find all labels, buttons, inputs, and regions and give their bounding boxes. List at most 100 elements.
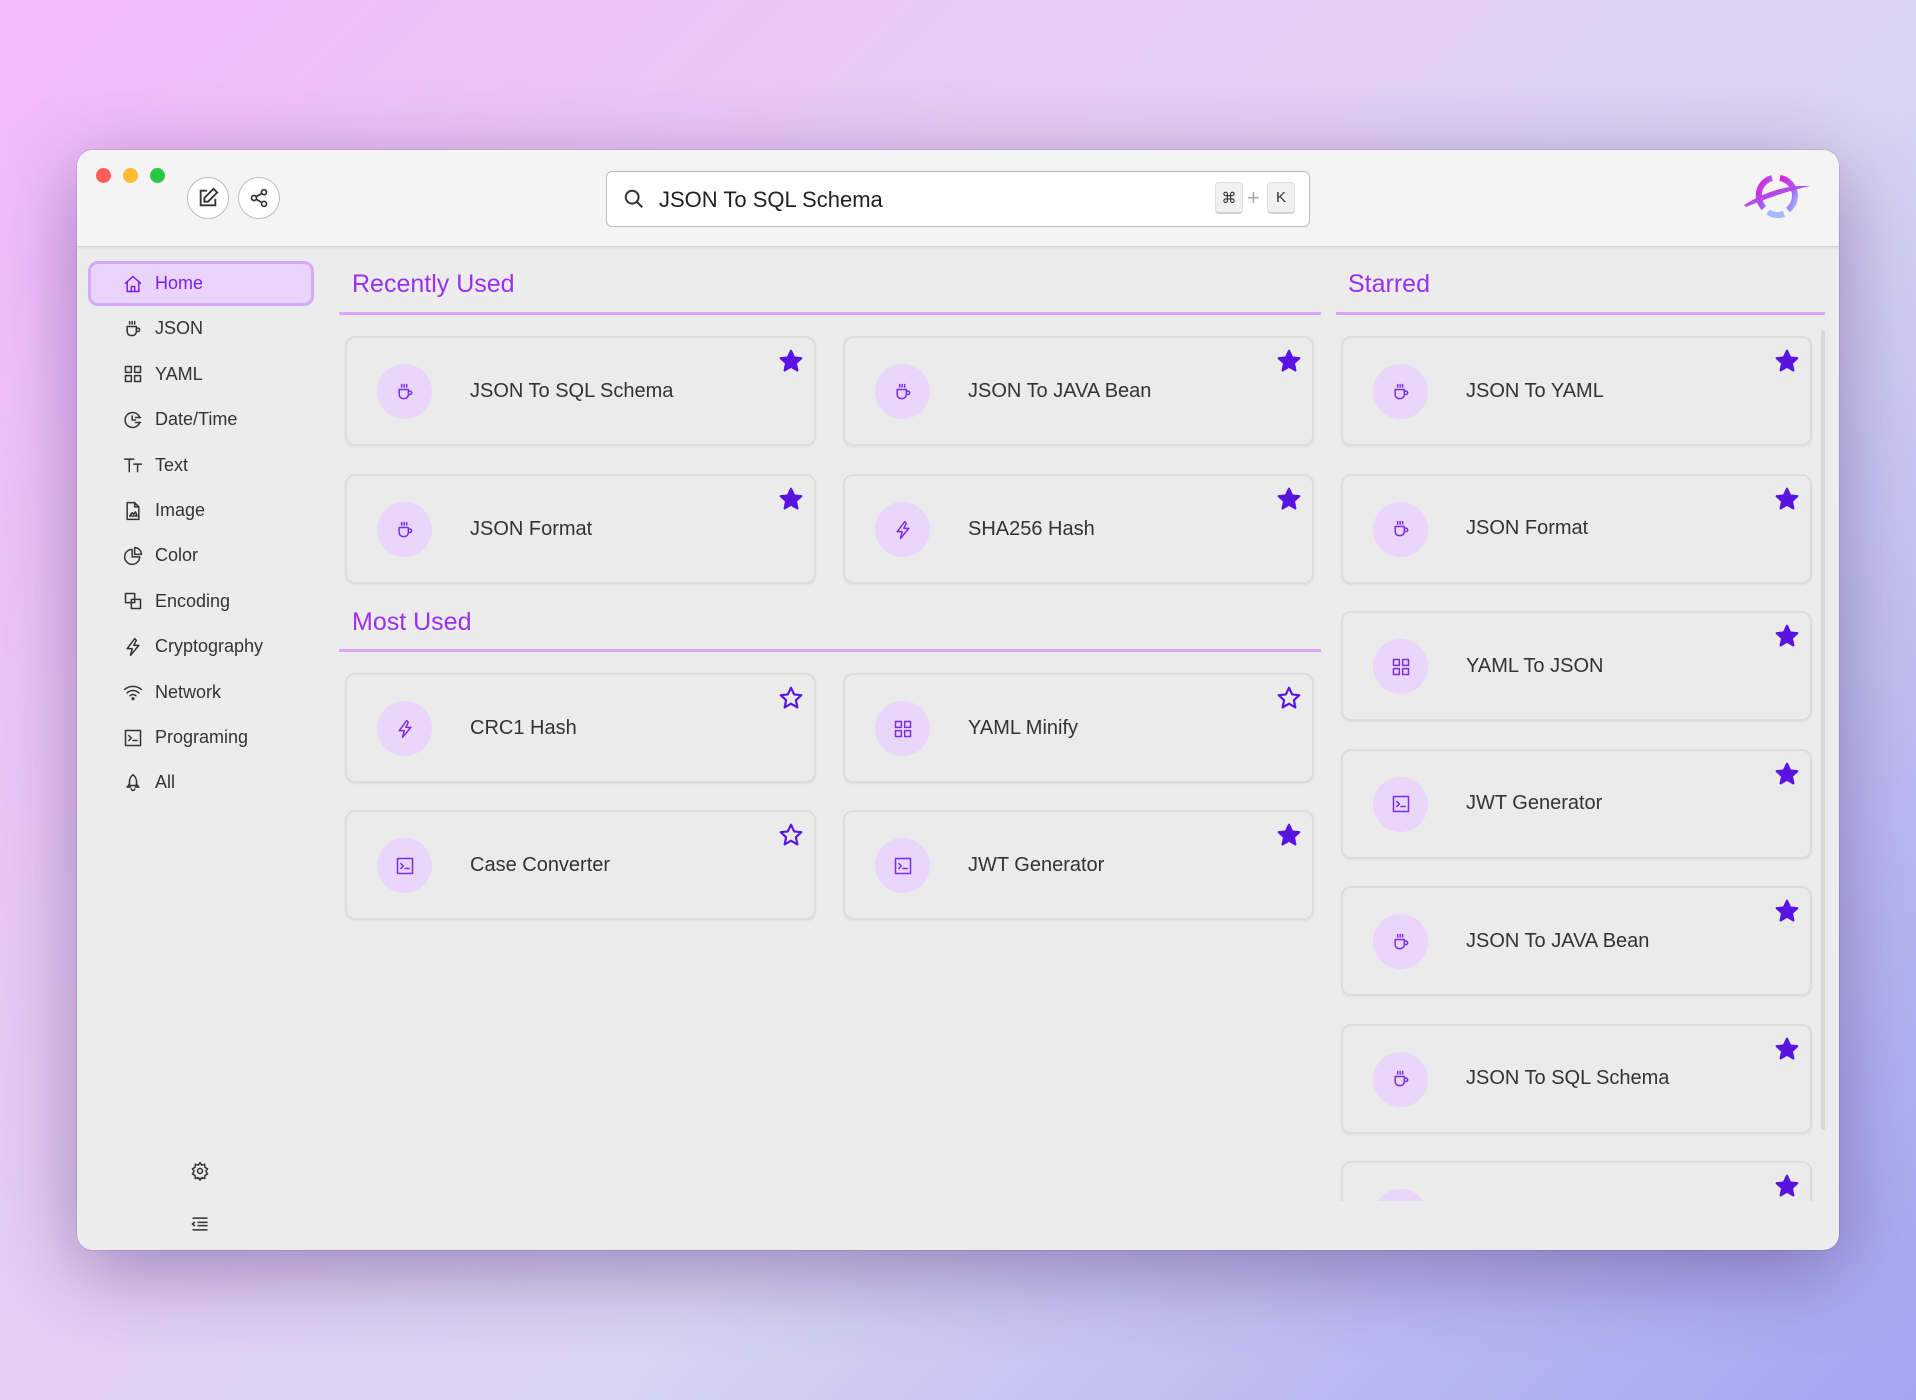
image-icon bbox=[126, 501, 140, 520]
starred-scrollbar[interactable] bbox=[1821, 330, 1825, 1130]
share-button[interactable] bbox=[238, 177, 280, 219]
sidebar-item-label: Network bbox=[155, 681, 222, 702]
tool-icon-circle bbox=[377, 701, 432, 756]
share-icon bbox=[250, 188, 268, 208]
star-filled-icon[interactable] bbox=[1774, 623, 1800, 649]
sidebar-item-label: Cryptography bbox=[155, 636, 264, 657]
sidebar-item-image[interactable]: Image bbox=[88, 488, 314, 533]
tool-name: YAML To JSON bbox=[1466, 654, 1604, 677]
most-used-title: Most Used bbox=[352, 608, 472, 636]
sidebar-item-color[interactable]: Color bbox=[88, 533, 314, 578]
edit-icon bbox=[199, 187, 219, 207]
shortcut-key-k: K bbox=[1267, 182, 1295, 214]
tool-icon-circle bbox=[1373, 1189, 1428, 1201]
recently-used-divider bbox=[339, 312, 1321, 315]
app-window: ⌘ + K Home JSON YAML Date/Time Text Image Colo… bbox=[77, 150, 1839, 1250]
tool-icon-circle bbox=[377, 364, 432, 419]
tool-name: JSON To JAVA Bean bbox=[1466, 929, 1650, 952]
tool-card[interactable]: JSON Format bbox=[345, 474, 816, 584]
star-filled-icon[interactable] bbox=[778, 486, 804, 512]
terminal-icon bbox=[124, 729, 142, 746]
tool-icon-circle bbox=[1373, 1051, 1428, 1107]
tool-name: JSON To YAML bbox=[1466, 379, 1604, 402]
tool-name: YAML Minify bbox=[968, 716, 1079, 739]
sidebar-item-all[interactable]: All bbox=[88, 760, 314, 805]
rocket-icon bbox=[126, 773, 140, 792]
sidebar-item-encoding[interactable]: Encoding bbox=[88, 579, 314, 624]
coffee-cup-icon bbox=[1393, 383, 1408, 399]
tool-card[interactable]: Case Converter bbox=[345, 810, 816, 920]
tool-card[interactable]: CRC1 Hash bbox=[345, 673, 816, 783]
tool-name: JSON To SQL Schema bbox=[1466, 1067, 1670, 1089]
gear-icon[interactable] bbox=[190, 1161, 210, 1181]
zoom-window-button[interactable] bbox=[150, 168, 165, 183]
star-filled-icon[interactable] bbox=[778, 348, 804, 374]
sidebar-item-text[interactable]: Text bbox=[88, 443, 314, 488]
star-filled-icon[interactable] bbox=[1276, 822, 1302, 848]
edit-button[interactable] bbox=[187, 177, 229, 219]
sidebar-item-home[interactable]: Home bbox=[88, 261, 314, 306]
star-filled-icon[interactable] bbox=[1774, 898, 1800, 924]
tool-card[interactable]: JWT Generator bbox=[843, 810, 1314, 920]
coffee-cup-icon bbox=[1393, 520, 1408, 537]
sidebar-item-label: Home bbox=[155, 273, 204, 293]
sidebar-item-date-time[interactable]: Date/Time bbox=[88, 397, 314, 442]
layers-icon bbox=[124, 593, 142, 610]
lightning-icon bbox=[895, 520, 910, 539]
star-filled-icon[interactable] bbox=[1774, 1036, 1800, 1062]
search-box[interactable]: ⌘ + K bbox=[606, 171, 1310, 228]
sidebar-item-label: Image bbox=[155, 500, 206, 520]
pie-icon bbox=[123, 546, 143, 565]
coffee-cup-icon bbox=[397, 521, 412, 537]
coffee-cup-icon bbox=[1393, 1070, 1408, 1087]
home-icon bbox=[124, 275, 142, 292]
sidebar-item-json[interactable]: JSON bbox=[88, 306, 314, 351]
star-outline-icon[interactable] bbox=[1276, 685, 1302, 711]
tool-icon-circle bbox=[1373, 639, 1428, 694]
terminal-icon bbox=[894, 857, 911, 874]
tool-card[interactable]: JSON To JAVA Bean bbox=[1341, 886, 1812, 996]
tool-card[interactable]: YAML Minify bbox=[843, 673, 1314, 783]
tool-card[interactable]: JSON Format bbox=[1341, 473, 1812, 584]
star-filled-icon[interactable] bbox=[1774, 486, 1800, 512]
star-filled-icon[interactable] bbox=[1774, 761, 1800, 787]
sidebar-item-label: Programing bbox=[155, 727, 249, 747]
tool-icon-circle bbox=[875, 701, 930, 756]
tool-card[interactable]: JSON To SQL Schema bbox=[345, 336, 816, 446]
sidebar-item-cryptography[interactable]: Cryptography bbox=[88, 624, 314, 669]
sidebar-item-programing[interactable]: Programing bbox=[88, 715, 314, 760]
tool-name: JSON Format bbox=[470, 517, 593, 540]
star-outline-icon[interactable] bbox=[778, 822, 804, 848]
starred-title: Starred bbox=[1348, 270, 1430, 298]
star-filled-icon[interactable] bbox=[1774, 1173, 1800, 1199]
starred-divider bbox=[1336, 312, 1825, 315]
star-outline-icon[interactable] bbox=[778, 685, 804, 711]
star-filled-icon[interactable] bbox=[1276, 348, 1302, 374]
tool-card[interactable] bbox=[1341, 1161, 1812, 1201]
tool-card[interactable]: YAML To JSON bbox=[1341, 611, 1812, 721]
tool-icon-circle bbox=[1373, 501, 1428, 557]
grid-icon bbox=[894, 720, 911, 737]
tool-card[interactable]: JWT Generator bbox=[1341, 748, 1812, 859]
sidebar-item-yaml[interactable]: YAML bbox=[88, 352, 314, 397]
tool-card[interactable]: JSON To YAML bbox=[1341, 336, 1812, 446]
sidebar-item-network[interactable]: Network bbox=[88, 670, 314, 715]
tool-name: SHA256 Hash bbox=[968, 517, 1095, 540]
starred-list: JSON To YAML JSON Format YAML To JSON JWT G… bbox=[1337, 336, 1837, 1201]
tool-card[interactable]: JSON To JAVA Bean bbox=[843, 336, 1314, 446]
star-filled-icon[interactable] bbox=[1774, 348, 1800, 374]
tool-icon-circle bbox=[875, 364, 930, 419]
app-logo bbox=[1744, 175, 1810, 219]
search-input[interactable] bbox=[657, 172, 1161, 228]
minimize-window-button[interactable] bbox=[123, 168, 138, 183]
tool-card[interactable]: JSON To SQL Schema bbox=[1341, 1023, 1812, 1134]
tool-card[interactable]: SHA256 Hash bbox=[843, 474, 1314, 584]
star-filled-icon[interactable] bbox=[1276, 486, 1302, 512]
close-window-button[interactable] bbox=[96, 168, 111, 183]
title-bar: ⌘ + K bbox=[77, 150, 1839, 247]
terminal-icon bbox=[1392, 795, 1409, 813]
recently-used-title: Recently Used bbox=[352, 270, 515, 298]
search-icon bbox=[624, 189, 643, 208]
collapse-icon[interactable] bbox=[190, 1214, 210, 1234]
bolt-icon bbox=[126, 637, 140, 656]
